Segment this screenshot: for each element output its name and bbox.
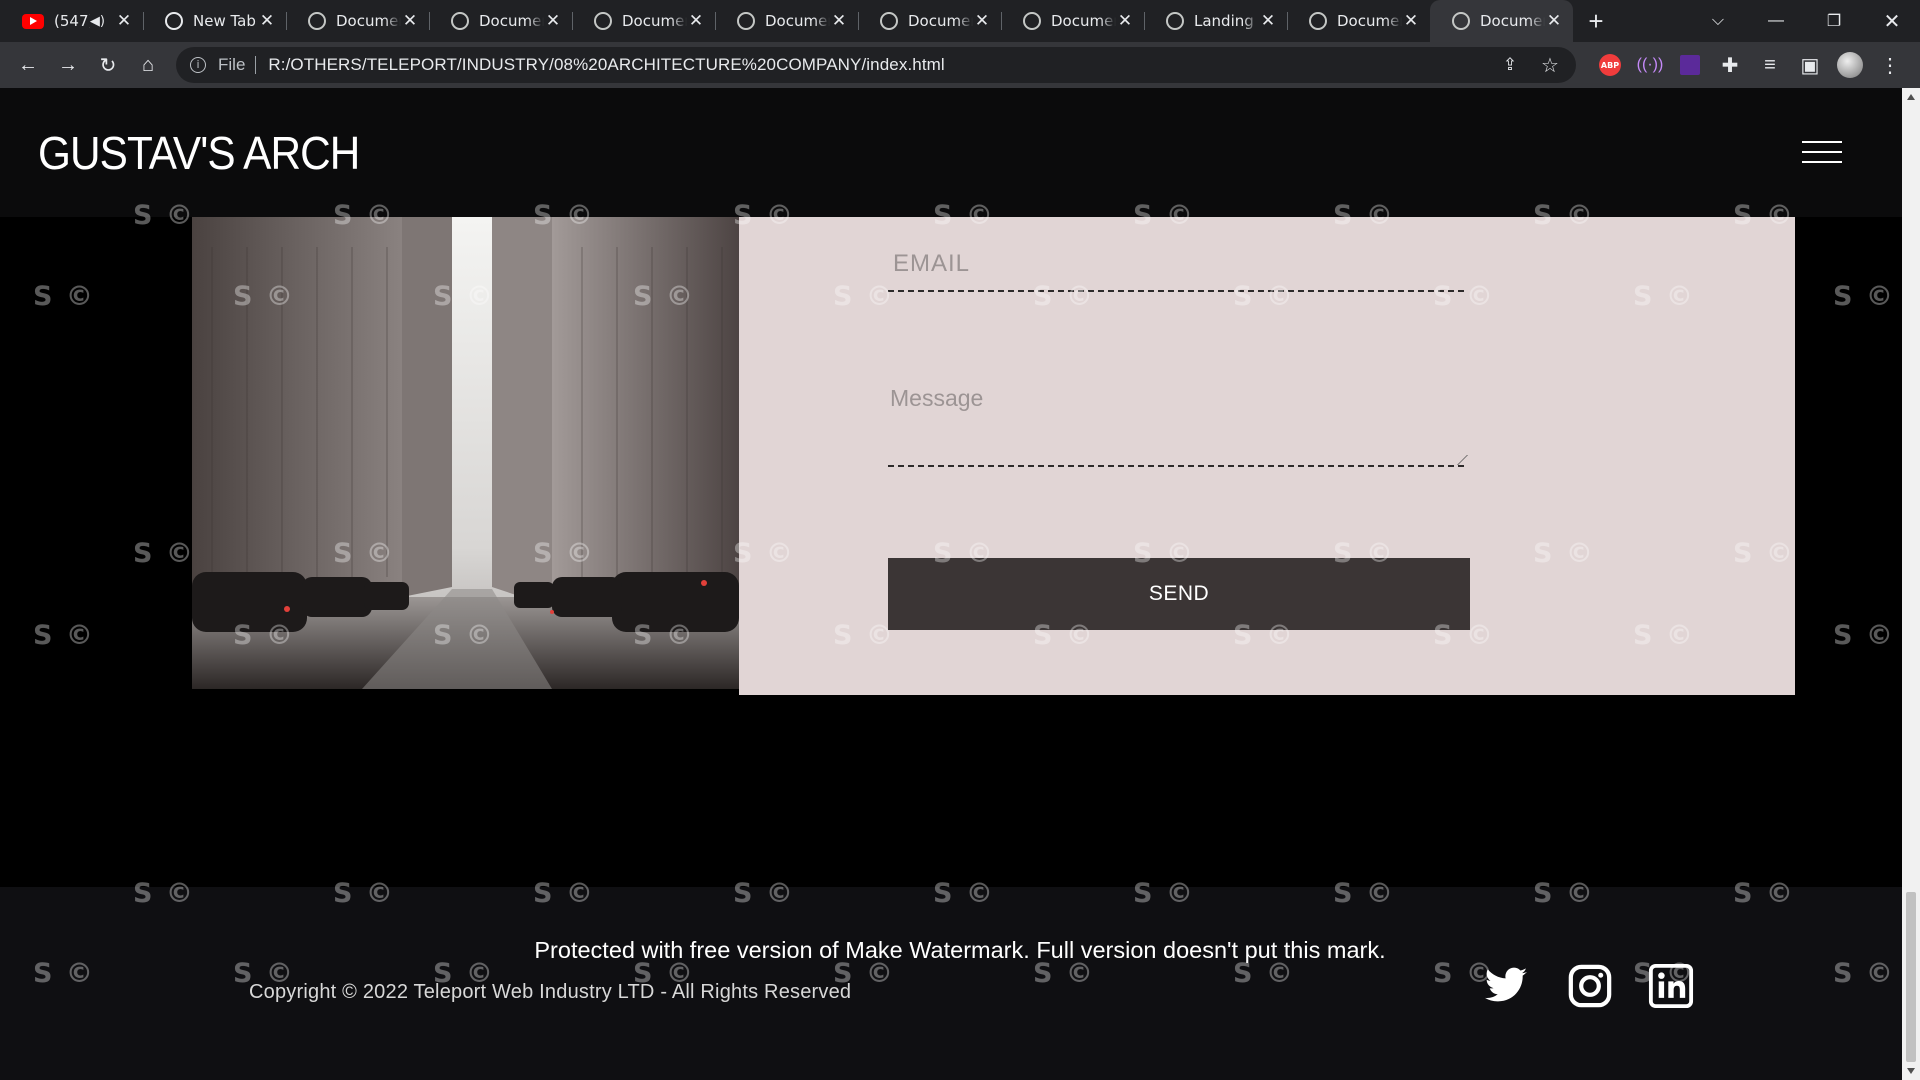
watermark-mark: S © (33, 620, 95, 651)
close-tab-icon[interactable]: ✕ (687, 11, 705, 31)
close-tab-icon[interactable]: ✕ (830, 11, 848, 31)
divider (255, 56, 257, 74)
site-logo[interactable]: GUSTAV'S ARCH (38, 126, 360, 180)
side-panel-icon[interactable]: ▣ (1790, 45, 1830, 85)
forward-icon[interactable]: → (48, 45, 88, 85)
browser-toolbar: ← → ↻ ⌂ i File R:/OTHERS/TELEPORT/INDUST… (0, 42, 1920, 88)
tab-document[interactable]: Document ✕ (572, 0, 715, 42)
speaker-icon[interactable]: ◀) (90, 14, 105, 29)
tab-strip: (547) ◀) ✕ New Tab ✕ Document ✕ Document… (0, 0, 1920, 42)
tab-document[interactable]: Document ✕ (1287, 0, 1430, 42)
watermark-mark: S © (1833, 281, 1895, 312)
scroll-down-icon[interactable] (1907, 1068, 1915, 1074)
watermark-mark: S © (1833, 620, 1895, 651)
close-window-icon[interactable]: ✕ (1864, 0, 1920, 42)
tab-search-chevron-icon[interactable]: ⌵ (1690, 0, 1746, 42)
chrome-icon (165, 12, 183, 30)
purple-extension-icon[interactable] (1670, 45, 1710, 85)
watermark-mark: S © (133, 538, 195, 569)
close-tab-icon[interactable]: ✕ (401, 11, 419, 31)
close-tab-icon[interactable]: ✕ (973, 11, 991, 31)
globe-icon (1166, 12, 1184, 30)
tab-title: Document (1337, 12, 1402, 30)
reload-icon[interactable]: ↻ (88, 45, 128, 85)
close-tab-icon[interactable]: ✕ (115, 11, 133, 31)
tab-title: Document (765, 12, 830, 30)
tab-title: Document (1051, 12, 1116, 30)
restore-icon[interactable]: ❐ (1806, 0, 1862, 42)
back-icon[interactable]: ← (8, 45, 48, 85)
site-info-icon[interactable]: i (190, 57, 206, 73)
kebab-menu-icon[interactable]: ⋮ (1870, 45, 1910, 85)
close-tab-icon[interactable]: ✕ (258, 11, 276, 31)
close-tab-icon[interactable]: ✕ (1259, 11, 1277, 31)
instagram-icon[interactable] (1567, 963, 1613, 1009)
share-icon[interactable]: ⇪ (1490, 45, 1530, 85)
home-icon[interactable]: ⌂ (128, 45, 168, 85)
tab-title: Document (908, 12, 973, 30)
twitter-icon[interactable] (1483, 963, 1529, 1009)
tab-title: Document (622, 12, 687, 30)
copyright-text: Copyright © 2022 Teleport Web Industry L… (249, 981, 852, 1003)
close-tab-icon[interactable]: ✕ (1402, 11, 1420, 31)
profile-avatar[interactable] (1830, 45, 1870, 85)
adblock-plus-icon[interactable]: ABP (1590, 45, 1630, 85)
globe-icon (737, 12, 755, 30)
page-viewport: GUSTAV'S ARCH EMAIL Message SEND Copyrig… (0, 88, 1902, 1080)
message-field[interactable] (888, 377, 1464, 467)
watermark-mark: S © (33, 281, 95, 312)
address-bar[interactable]: i File R:/OTHERS/TELEPORT/INDUSTRY/08%20… (176, 47, 1576, 83)
tab-title: New Tab (193, 12, 256, 30)
url-text[interactable]: R:/OTHERS/TELEPORT/INDUSTRY/08%20ARCHITE… (268, 55, 944, 75)
tab-new-tab[interactable]: New Tab ✕ (143, 0, 286, 42)
tab-title: Document (336, 12, 401, 30)
globe-icon (1452, 12, 1470, 30)
tab-title: (547) (54, 12, 90, 30)
close-tab-icon[interactable]: ✕ (1545, 11, 1563, 31)
scrollbar-thumb[interactable] (1906, 892, 1916, 1062)
close-tab-icon[interactable]: ✕ (1116, 11, 1134, 31)
tab-document[interactable]: Document ✕ (286, 0, 429, 42)
globe-icon (451, 12, 469, 30)
new-tab-button[interactable]: + (1573, 0, 1619, 42)
extensions-area: ABP ((·)) ✚ ≡ ▣ ⋮ (1590, 45, 1910, 85)
minimize-icon[interactable]: — (1748, 0, 1804, 42)
linkedin-icon[interactable] (1648, 963, 1694, 1009)
globe-icon (1309, 12, 1327, 30)
globe-icon (880, 12, 898, 30)
tab-document[interactable]: Document ✕ (858, 0, 1001, 42)
tab-title: Document (1480, 12, 1545, 30)
send-button[interactable]: SEND (888, 558, 1470, 630)
close-tab-icon[interactable]: ✕ (544, 11, 562, 31)
broadcast-extension-icon[interactable]: ((·)) (1630, 45, 1670, 85)
globe-icon (308, 12, 326, 30)
globe-icon (1023, 12, 1041, 30)
puzzle-extensions-icon[interactable]: ✚ (1710, 45, 1750, 85)
tab-landing-page[interactable]: Landing Page ✕ (1144, 0, 1287, 42)
page-scrollbar[interactable] (1902, 88, 1920, 1080)
scroll-up-icon[interactable] (1907, 94, 1915, 100)
youtube-icon (22, 13, 44, 29)
globe-icon (594, 12, 612, 30)
tab-document[interactable]: Document ✕ (429, 0, 572, 42)
bookmark-star-icon[interactable]: ☆ (1530, 45, 1570, 85)
tab-title: Document (479, 12, 544, 30)
city-street-photo (192, 217, 739, 689)
watermark-notice: Protected with free version of Make Wate… (534, 937, 1386, 963)
scheme-label: File (218, 55, 246, 74)
site-header: GUSTAV'S ARCH (0, 88, 1902, 217)
tab-youtube[interactable]: (547) ◀) ✕ (0, 0, 143, 42)
site-footer: Copyright © 2022 Teleport Web Industry L… (0, 887, 1902, 1080)
tab-title: Landing Page (1194, 12, 1259, 30)
tab-document[interactable]: Document ✕ (1001, 0, 1144, 42)
contact-form: SEND (739, 217, 1795, 695)
tab-document[interactable]: Document ✕ (715, 0, 858, 42)
email-field[interactable] (888, 237, 1464, 292)
tab-document-active[interactable]: Document ✕ (1430, 0, 1573, 42)
reading-list-icon[interactable]: ≡ (1750, 45, 1790, 85)
hamburger-menu-icon[interactable] (1802, 141, 1842, 163)
